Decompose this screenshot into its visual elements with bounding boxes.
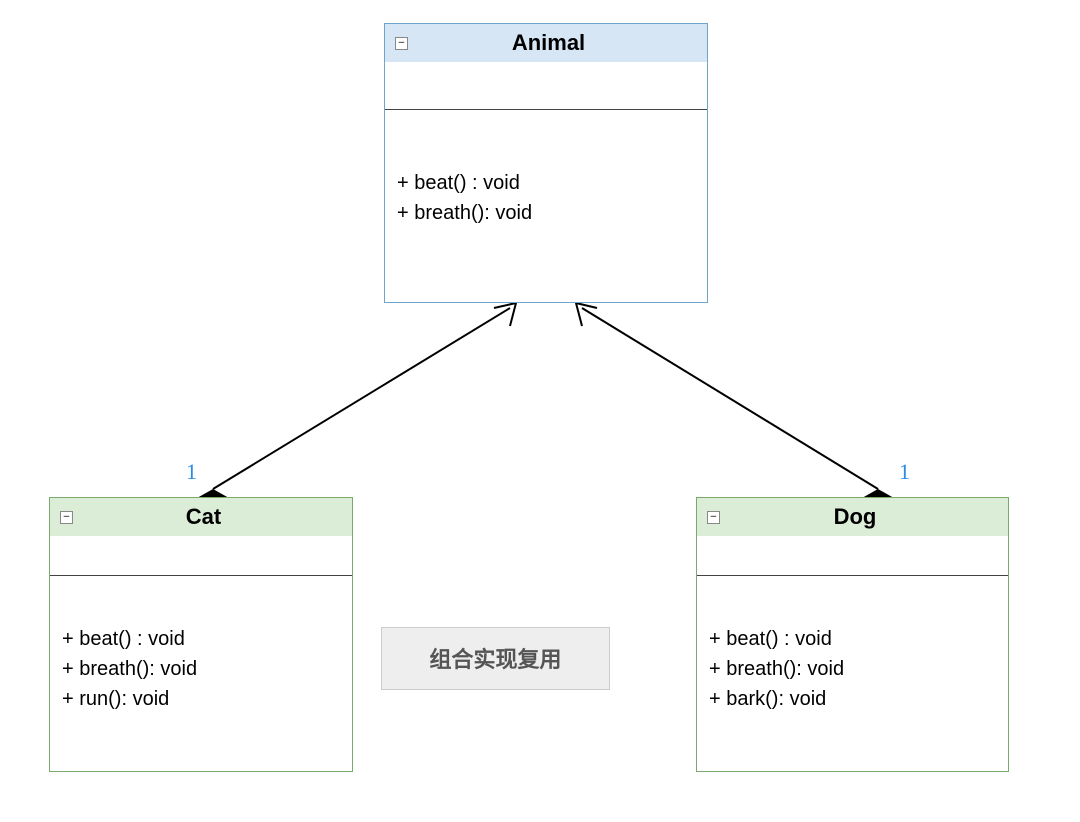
method: + breath(): void xyxy=(62,654,340,684)
class-cat-methods: + beat() : void + breath(): void + run()… xyxy=(50,576,352,726)
note-text: 组合实现复用 xyxy=(429,647,561,672)
method: + beat() : void xyxy=(709,624,996,654)
class-cat-attributes xyxy=(50,536,352,576)
class-dog-body: + beat() : void + breath(): void + bark(… xyxy=(697,536,1008,771)
class-dog-title: Dog xyxy=(726,504,1004,530)
class-animal: − Animal + beat() : void + breath(): voi… xyxy=(384,23,708,303)
class-animal-title: Animal xyxy=(414,30,703,56)
class-dog-header: − Dog xyxy=(697,498,1008,536)
method: + breath(): void xyxy=(397,198,695,228)
class-dog: − Dog + beat() : void + breath(): void +… xyxy=(696,497,1009,772)
class-cat-body: + beat() : void + breath(): void + run()… xyxy=(50,536,352,771)
method: + bark(): void xyxy=(709,684,996,714)
class-animal-header: − Animal xyxy=(385,24,707,62)
collapse-icon[interactable]: − xyxy=(707,511,720,524)
collapse-icon[interactable]: − xyxy=(395,37,408,50)
class-animal-body: + beat() : void + breath(): void xyxy=(385,62,707,302)
method: + run(): void xyxy=(62,684,340,714)
multiplicity-cat: 1 xyxy=(186,459,197,485)
multiplicity-dog: 1 xyxy=(899,459,910,485)
class-cat: − Cat + beat() : void + breath(): void +… xyxy=(49,497,353,772)
class-cat-header: − Cat xyxy=(50,498,352,536)
class-animal-attributes xyxy=(385,62,707,110)
class-dog-attributes xyxy=(697,536,1008,576)
method: + breath(): void xyxy=(709,654,996,684)
class-dog-methods: + beat() : void + breath(): void + bark(… xyxy=(697,576,1008,726)
collapse-icon[interactable]: − xyxy=(60,511,73,524)
method: + beat() : void xyxy=(62,624,340,654)
method: + beat() : void xyxy=(397,168,695,198)
note-box: 组合实现复用 xyxy=(381,627,610,690)
class-animal-methods: + beat() : void + breath(): void xyxy=(385,110,707,240)
class-cat-title: Cat xyxy=(79,504,348,530)
